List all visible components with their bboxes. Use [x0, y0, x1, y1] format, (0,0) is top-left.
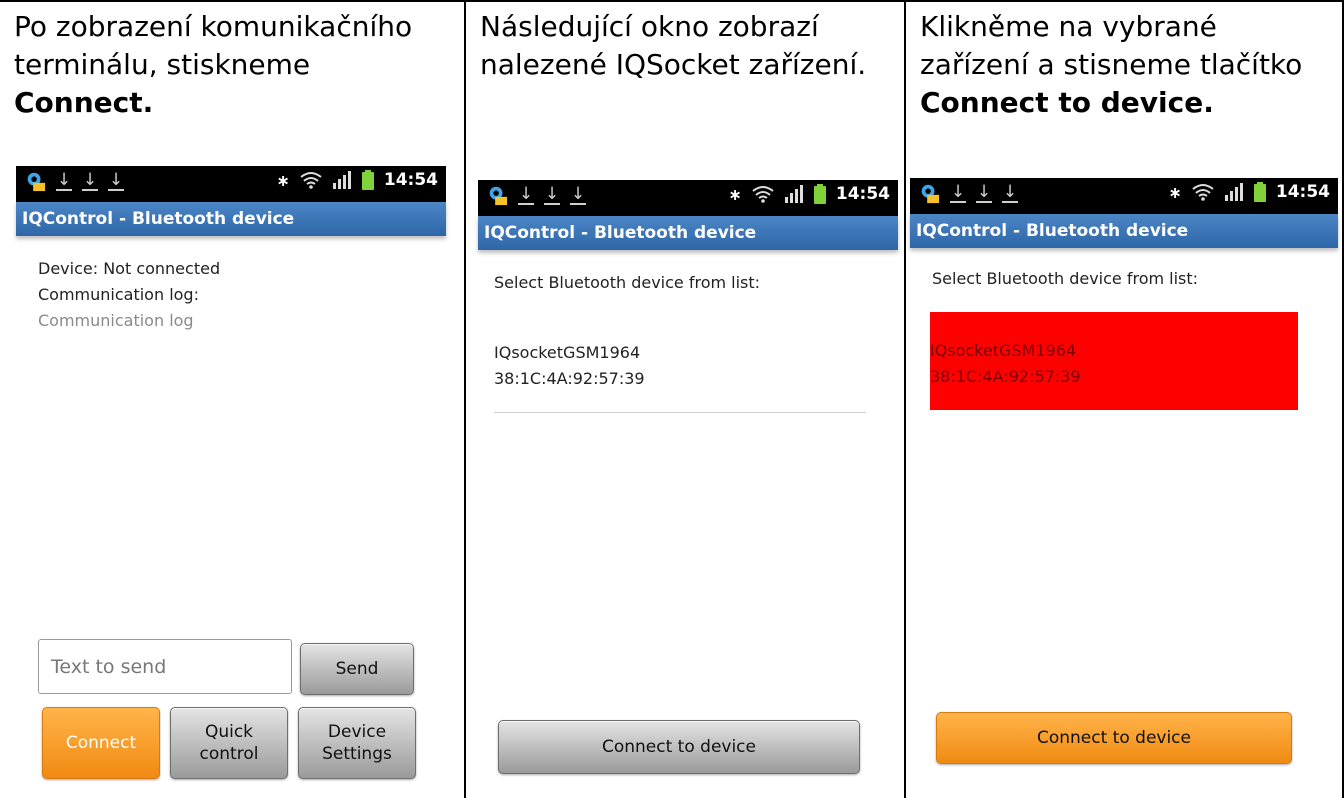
battery-icon [813, 184, 826, 204]
device-name: IQsocketGSM1964 [930, 341, 1077, 360]
device-status: Device: Not connected [38, 259, 221, 278]
button-label: control [199, 744, 259, 764]
bluetooth-icon: ∗ [1168, 182, 1182, 202]
status-time: 14:54 [1275, 182, 1330, 202]
battery-icon [1253, 182, 1266, 202]
signal-icon [784, 185, 803, 203]
button-label: Quick [204, 722, 254, 742]
wifi-icon [1192, 184, 1214, 201]
send-button[interactable]: Send [300, 643, 414, 695]
caption-2: Následující okno zobrazí nalezené IQSock… [480, 8, 920, 84]
wifi-icon [752, 186, 774, 203]
caption-3: Klikněme na vybrané zařízení a stisneme … [920, 8, 1344, 122]
gear-mail-icon [921, 184, 940, 204]
caption-text: Po zobrazení komunikačního [14, 10, 413, 43]
button-label: Device [327, 722, 387, 742]
bluetooth-icon: ∗ [276, 170, 290, 190]
status-bar: ↓ ↓ ↓ ∗ 14:54 [478, 180, 898, 216]
caption-text: Klikněme na vybrané [920, 10, 1217, 43]
app-title-bar: IQControl - Bluetooth device [16, 202, 446, 236]
status-time: 14:54 [835, 184, 890, 204]
log-text: Communication log [38, 311, 194, 330]
wifi-icon [300, 172, 322, 189]
device-list-item[interactable]: IQsocketGSM1964 38:1C:4A:92:57:39 [494, 340, 864, 400]
device-mac: 38:1C:4A:92:57:39 [494, 369, 645, 388]
caption-bold: Connect. [14, 86, 154, 119]
device-mac: 38:1C:4A:92:57:39 [930, 367, 1081, 386]
caption-1: Po zobrazení komunikačního terminálu, st… [14, 8, 454, 122]
caption-text: terminálu, stiskneme [14, 48, 311, 81]
connect-button[interactable]: Connect [42, 707, 160, 779]
caption-bold: Connect to device. [920, 86, 1214, 119]
bluetooth-icon: ∗ [728, 184, 742, 204]
device-settings-button[interactable]: Device Settings [298, 707, 416, 779]
column-3: Klikněme na vybrané zařízení a stisneme … [906, 0, 1342, 798]
download-icon: ↓ [544, 184, 560, 205]
app-title-bar: IQControl - Bluetooth device [910, 214, 1338, 248]
column-1: Po zobrazení komunikačního terminálu, st… [0, 0, 464, 798]
download-icon: ↓ [570, 184, 586, 205]
caption-text: zařízení a stisneme tlačítko [920, 48, 1303, 81]
download-icon: ↓ [56, 170, 72, 191]
select-device-label: Select Bluetooth device from list: [932, 269, 1199, 288]
status-time: 14:54 [383, 170, 438, 190]
status-bar: ↓ ↓ ↓ ∗ 14:54 [910, 178, 1338, 214]
list-divider [494, 412, 866, 413]
download-icon: ↓ [1002, 182, 1018, 203]
text-to-send-input[interactable]: Text to send [38, 639, 292, 694]
quick-control-button[interactable]: Quick control [170, 707, 288, 779]
battery-icon [361, 170, 374, 190]
device-list-item-selected[interactable]: IQsocketGSM1964 38:1C:4A:92:57:39 [930, 312, 1298, 410]
log-label: Communication log: [38, 285, 199, 304]
download-icon: ↓ [950, 182, 966, 203]
app-title-bar: IQControl - Bluetooth device [478, 216, 898, 250]
caption-text: Následující okno zobrazí [480, 10, 819, 43]
signal-icon [1224, 183, 1243, 201]
caption-text: nalezené IQSocket zařízení. [480, 48, 867, 81]
download-icon: ↓ [518, 184, 534, 205]
download-icon: ↓ [108, 170, 124, 191]
button-label: Settings [322, 744, 392, 764]
column-2: Následující okno zobrazí nalezené IQSock… [466, 0, 904, 798]
status-bar: ↓ ↓ ↓ ∗ 14:54 [16, 166, 446, 202]
select-device-label: Select Bluetooth device from list: [494, 273, 761, 292]
connect-to-device-button[interactable]: Connect to device [936, 712, 1292, 764]
connect-to-device-button[interactable]: Connect to device [498, 720, 860, 774]
gear-mail-icon [489, 186, 508, 206]
signal-icon [332, 171, 351, 189]
gear-mail-icon [27, 172, 46, 192]
device-name: IQsocketGSM1964 [494, 343, 641, 362]
download-icon: ↓ [976, 182, 992, 203]
download-icon: ↓ [82, 170, 98, 191]
